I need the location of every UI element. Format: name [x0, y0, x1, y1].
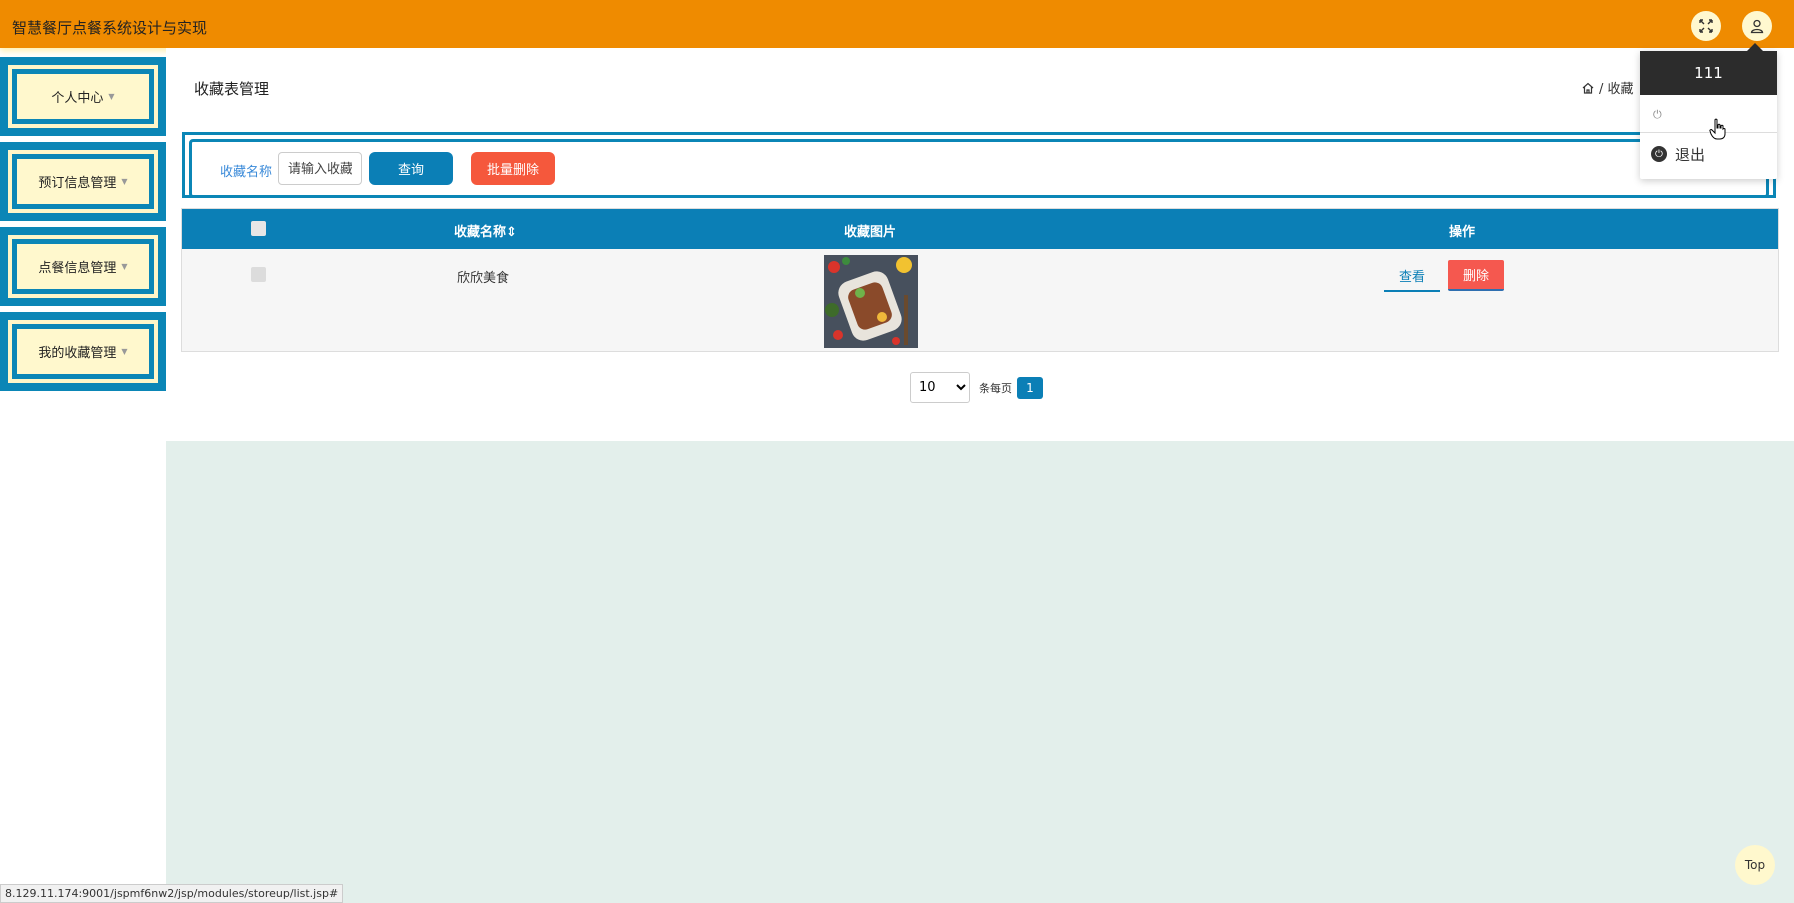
- row-checkbox[interactable]: [251, 267, 266, 282]
- cell-name: 欣欣美食: [457, 271, 510, 286]
- food-image: [824, 255, 918, 348]
- search-panel: 收藏名称 查询 批量删除: [182, 132, 1776, 198]
- sidebar-item-label: 预订信息管理: [38, 176, 117, 191]
- sidebar-item-label: 点餐信息管理: [38, 261, 117, 276]
- sidebar-item-personal-center[interactable]: 个人中心 ▼: [0, 57, 166, 136]
- per-page-label: 条每页: [979, 381, 1012, 395]
- page-size-select[interactable]: 10: [910, 372, 970, 403]
- logout-icon: ⏻: [1651, 146, 1667, 162]
- app-title: 智慧餐厅点餐系统设计与实现: [12, 19, 208, 37]
- favorites-table: 收藏名称⇕ 收藏图片 操作 欣欣美食 查看 删除: [181, 208, 1779, 352]
- home-icon[interactable]: [1581, 81, 1595, 95]
- select-all-checkbox[interactable]: [251, 221, 266, 236]
- column-header-actions: 操作: [1449, 225, 1476, 240]
- search-input[interactable]: [278, 152, 362, 185]
- delete-button[interactable]: 删除: [1448, 260, 1504, 291]
- caret-down-icon: ▼: [121, 347, 128, 356]
- sidebar-item-label: 我的收藏管理: [38, 346, 117, 361]
- status-bar-url: 8.129.11.174:9001/jspmf6nw2/jsp/modules/…: [0, 884, 344, 903]
- breadcrumb: / 收藏: [1581, 78, 1634, 97]
- sidebar-item-reservation[interactable]: 预订信息管理 ▼: [0, 142, 166, 221]
- caret-down-icon: ▼: [108, 92, 115, 101]
- top-header: 智慧餐厅点餐系统设计与实现: [0, 0, 1794, 48]
- hand-cursor-icon: [1709, 118, 1726, 140]
- pagination: 10 条每页 1: [910, 372, 1043, 403]
- table-row: 欣欣美食 查看 删除: [182, 249, 1778, 351]
- column-header-image: 收藏图片: [844, 225, 897, 240]
- batch-delete-button[interactable]: 批量删除: [471, 152, 555, 185]
- back-to-top-button[interactable]: Top: [1735, 845, 1775, 885]
- view-button[interactable]: 查看: [1384, 261, 1440, 292]
- page-title: 收藏表管理: [194, 80, 270, 98]
- lower-panel: [166, 441, 1794, 903]
- logout-label: 退出: [1675, 145, 1706, 164]
- column-header-name[interactable]: 收藏名称⇕: [454, 221, 517, 240]
- fullscreen-icon[interactable]: [1691, 11, 1721, 41]
- power-icon: ⏻: [1653, 108, 1662, 121]
- breadcrumb-text[interactable]: / 收藏: [1599, 78, 1634, 97]
- caret-down-icon: ▼: [121, 262, 128, 271]
- caret-down-icon: ▼: [121, 177, 128, 186]
- main-content: 收藏表管理 / 收藏 收藏名称 查询 批量删除 收藏名称⇕ 收藏图片 操作 欣欣…: [166, 48, 1794, 441]
- table-header: 收藏名称⇕ 收藏图片 操作: [182, 209, 1778, 249]
- search-label: 收藏名称: [220, 165, 273, 180]
- user-icon[interactable]: [1742, 11, 1772, 41]
- sidebar-item-label: 个人中心: [51, 91, 104, 106]
- sidebar-item-favorites[interactable]: 我的收藏管理 ▼: [0, 312, 166, 391]
- user-dropdown: 111 ⏻ ⏻ 退出: [1640, 43, 1777, 179]
- dropdown-username: 111: [1640, 51, 1777, 95]
- page-number-button[interactable]: 1: [1017, 376, 1043, 399]
- sidebar-item-order[interactable]: 点餐信息管理 ▼: [0, 227, 166, 306]
- query-button[interactable]: 查询: [369, 152, 453, 185]
